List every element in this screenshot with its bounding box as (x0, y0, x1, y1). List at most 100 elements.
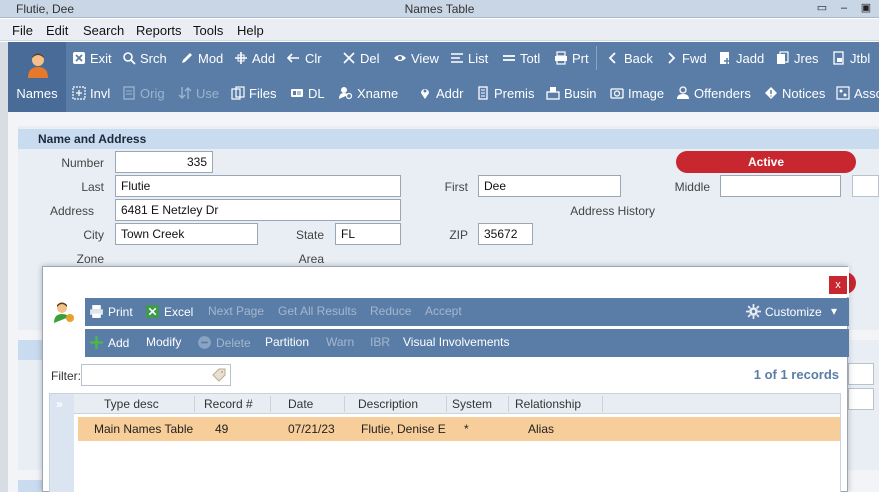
back-button[interactable]: Back (606, 48, 653, 68)
busin-button[interactable]: Busin (546, 83, 597, 103)
filter-input[interactable] (81, 364, 231, 386)
last-name-field[interactable] (115, 175, 401, 197)
middle-name-field[interactable] (720, 175, 841, 197)
menu-search[interactable]: Search (83, 23, 124, 38)
dialog-reduce-button[interactable]: Reduce (370, 304, 411, 318)
background-field-2[interactable] (848, 388, 874, 410)
dialog-warn-button[interactable]: Warn (326, 335, 354, 349)
notices-button[interactable]: Notices (764, 83, 825, 103)
id-card-icon (291, 89, 303, 97)
tag-icon (212, 368, 226, 382)
jtbl-button[interactable]: Jtbl (832, 48, 870, 68)
search-button[interactable]: Srch (122, 48, 167, 68)
address-field[interactable] (115, 199, 401, 221)
chevron-left-icon (608, 52, 616, 64)
files-button[interactable]: Files (231, 83, 276, 103)
dialog-close-button[interactable]: x (829, 276, 847, 294)
number-field[interactable] (115, 151, 213, 173)
invl-button[interactable]: Invl (72, 83, 110, 103)
list-icon (451, 53, 463, 63)
column-divider[interactable] (194, 396, 195, 412)
visual-involvements-button[interactable]: Visual Involvements (403, 335, 510, 349)
modify-button[interactable]: Mod (180, 48, 223, 68)
number-label: Number (61, 156, 104, 170)
zip-field[interactable] (478, 223, 533, 245)
expand-chevrons-icon[interactable]: » (56, 397, 63, 411)
asso-button[interactable]: Asso (836, 83, 879, 103)
use-button[interactable]: Use (178, 83, 219, 103)
person-search-icon (339, 87, 353, 100)
add-button[interactable]: Add (234, 48, 275, 68)
dialog-partition-button[interactable]: Partition (265, 335, 309, 349)
cell-record-number: 49 (215, 422, 229, 436)
cell-relationship: Alias (528, 422, 555, 436)
exit-button[interactable]: Exit (72, 48, 112, 68)
dialog-get-all-results-button[interactable]: Get All Results (278, 304, 357, 318)
column-date[interactable]: Date (288, 397, 313, 411)
dialog-add-button[interactable]: Add (89, 335, 129, 350)
city-label: City (83, 228, 104, 242)
offender-icon (677, 86, 689, 99)
associates-icon (836, 86, 850, 100)
list-button[interactable]: List (450, 48, 488, 68)
secondary-panel-header (18, 340, 44, 360)
dialog-accept-button[interactable]: Accept (425, 304, 462, 318)
window-menu-icon[interactable]: ▭ (815, 1, 829, 15)
customize-button[interactable]: Customize (746, 304, 822, 319)
column-divider[interactable] (344, 396, 345, 412)
dialog-modify-button[interactable]: Modify (146, 335, 181, 349)
offenders-button[interactable]: Offenders (676, 83, 751, 103)
section-header: Name and Address (18, 129, 879, 149)
orig-button[interactable]: Orig (122, 83, 165, 103)
jadd-button[interactable]: Jadd (718, 48, 764, 68)
jres-button[interactable]: Jres (776, 48, 819, 68)
dialog-delete-button[interactable]: Delete (197, 335, 251, 350)
addr-button[interactable]: Addr (418, 83, 463, 103)
column-divider[interactable] (508, 396, 509, 412)
menu-help[interactable]: Help (237, 23, 264, 38)
table-row[interactable]: Main Names Table 49 07/21/23 Flutie, Den… (78, 417, 840, 441)
clear-button[interactable]: Clr (287, 48, 322, 68)
maximize-icon[interactable]: ▣ (859, 1, 873, 15)
chevron-right-icon (668, 52, 676, 64)
column-description[interactable]: Description (358, 397, 418, 411)
city-field[interactable] (115, 223, 258, 245)
print-button[interactable]: Prt (554, 48, 589, 68)
menu-edit[interactable]: Edit (46, 23, 68, 38)
dialog-print-button[interactable]: Print (89, 304, 133, 319)
section-title: Name and Address (38, 132, 147, 146)
names-module-tile[interactable]: Names (8, 42, 66, 112)
column-record-number[interactable]: Record # (204, 397, 253, 411)
menu-file[interactable]: File (12, 23, 33, 38)
xname-button[interactable]: Xname (339, 83, 398, 103)
dialog-module-tile (43, 298, 85, 326)
column-divider[interactable] (602, 396, 603, 412)
chevron-down-icon[interactable]: ▾ (831, 304, 837, 318)
dl-button[interactable]: DL (290, 83, 325, 103)
column-relationship[interactable]: Relationship (515, 397, 581, 411)
first-name-field[interactable] (478, 175, 621, 197)
minimize-icon[interactable]: – (837, 1, 851, 15)
column-type-desc[interactable]: Type desc (104, 397, 159, 411)
column-system[interactable]: System (452, 397, 492, 411)
suffix-field[interactable] (852, 175, 879, 197)
state-field[interactable] (335, 223, 401, 245)
premis-button[interactable]: Premis (476, 83, 534, 103)
dialog-excel-button[interactable]: Excel (145, 304, 193, 319)
background-field-1[interactable] (848, 363, 874, 385)
menu-tools[interactable]: Tools (193, 23, 223, 38)
window-title: Names Table (404, 2, 475, 16)
status-badge: Active (676, 151, 856, 173)
address-history-link[interactable]: Address History (555, 204, 655, 218)
delete-button[interactable]: Del (342, 48, 380, 68)
menu-reports[interactable]: Reports (136, 23, 182, 38)
alert-diamond-icon (765, 87, 777, 99)
view-button[interactable]: View (393, 48, 439, 68)
totals-button[interactable]: Totl (502, 48, 540, 68)
image-button[interactable]: Image (610, 83, 664, 103)
dialog-ibr-button[interactable]: IBR (370, 335, 390, 349)
forward-button[interactable]: Fwd (664, 48, 707, 68)
dialog-next-page-button[interactable]: Next Page (208, 304, 264, 318)
column-divider[interactable] (270, 396, 271, 412)
column-divider[interactable] (446, 396, 447, 412)
